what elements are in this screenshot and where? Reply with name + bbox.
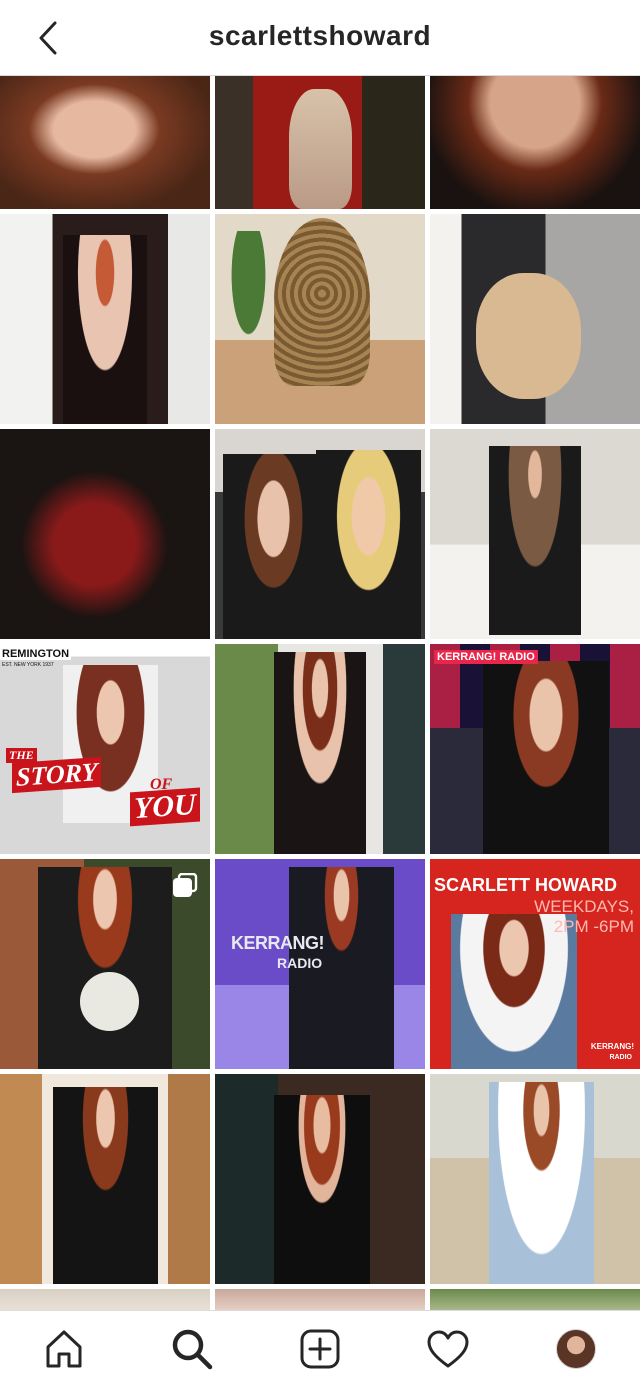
- post-image: [215, 76, 425, 209]
- post-thumbnail[interactable]: [0, 1289, 210, 1310]
- post-thumbnail[interactable]: [0, 1074, 210, 1284]
- post-thumbnail[interactable]: SCARLETT HOWARD WEEKDAYS, 2PM -6PM KERRA…: [430, 859, 640, 1069]
- post-thumbnail[interactable]: [215, 76, 425, 209]
- post-thumbnail[interactable]: [0, 76, 210, 209]
- profile-avatar: [556, 1329, 596, 1369]
- post-image: [215, 214, 425, 424]
- kerrang-sign-text: KERRANG!: [231, 933, 325, 953]
- post-image: [215, 1074, 425, 1284]
- brand-sub-text: EST. NEW YORK 1937: [2, 662, 54, 668]
- post-thumbnail[interactable]: [430, 1074, 640, 1284]
- post-thumbnail[interactable]: KERRANG! RADIO: [430, 644, 640, 854]
- tab-new-post[interactable]: [296, 1325, 344, 1373]
- post-thumbnail[interactable]: [430, 76, 640, 209]
- post-image: [0, 429, 210, 639]
- home-icon: [46, 1330, 82, 1368]
- post-image: [430, 429, 640, 639]
- kerrang-logo-text: KERRANG!: [590, 1042, 634, 1051]
- post-thumbnail[interactable]: [0, 214, 210, 424]
- post-image: [215, 429, 425, 639]
- brand-logo-text: REMINGTON: [0, 648, 72, 660]
- radio-logo-text: RADIO: [609, 1054, 632, 1061]
- caption-you: YOU: [130, 787, 200, 827]
- post-headline: SCARLETT HOWARD: [434, 875, 617, 895]
- post-image: [0, 214, 210, 424]
- post-thumbnail[interactable]: [215, 429, 425, 639]
- post-thumbnail[interactable]: [215, 1289, 425, 1310]
- post-image: [0, 76, 210, 209]
- add-post-icon: [300, 1329, 340, 1369]
- post-thumbnail[interactable]: REMINGTON EST. NEW YORK 1937 THE STORY O…: [0, 644, 210, 854]
- post-thumbnail[interactable]: [430, 429, 640, 639]
- post-thumbnail[interactable]: [430, 214, 640, 424]
- post-thumbnail[interactable]: [215, 644, 425, 854]
- post-image: [430, 214, 640, 424]
- caption-story: STORY: [12, 756, 102, 794]
- tab-search[interactable]: [168, 1325, 216, 1373]
- tab-profile[interactable]: [552, 1325, 600, 1373]
- tab-activity[interactable]: [424, 1325, 472, 1373]
- post-image: [430, 644, 640, 854]
- post-image: [215, 1289, 425, 1310]
- post-image: [215, 644, 425, 854]
- kerrang-sign-text: KERRANG! RADIO: [434, 650, 538, 664]
- post-subheadline: WEEKDAYS,: [534, 897, 634, 916]
- post-image: [430, 76, 640, 209]
- bottom-tab-bar: [0, 1310, 640, 1386]
- post-thumbnail[interactable]: [430, 1289, 640, 1310]
- post-time-text: 2PM -6PM: [553, 917, 634, 936]
- post-thumbnail[interactable]: [0, 429, 210, 639]
- post-thumbnail[interactable]: [215, 1074, 425, 1284]
- post-image: [430, 1289, 640, 1310]
- carousel-icon: [173, 873, 198, 897]
- post-thumbnail[interactable]: KERRANG! RADIO: [215, 859, 425, 1069]
- post-image: [0, 1074, 210, 1284]
- top-nav-bar: scarlettshoward: [0, 0, 640, 76]
- posts-grid: REMINGTON EST. NEW YORK 1937 THE STORY O…: [0, 76, 640, 1310]
- tab-home[interactable]: [40, 1325, 88, 1373]
- heart-icon: [427, 1330, 469, 1368]
- search-icon: [172, 1329, 213, 1370]
- post-image: [430, 1074, 640, 1284]
- post-thumbnail[interactable]: [215, 214, 425, 424]
- radio-sign-text: RADIO: [277, 955, 323, 971]
- post-thumbnail[interactable]: [0, 859, 210, 1069]
- profile-username-title: scarlettshoward: [208, 20, 432, 51]
- post-image: [0, 1289, 210, 1310]
